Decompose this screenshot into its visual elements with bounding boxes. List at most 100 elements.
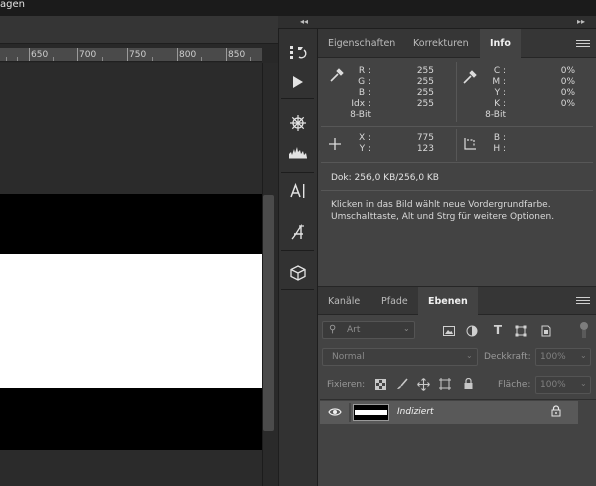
selection-size-icon xyxy=(463,137,477,154)
value-y-coord: 123 xyxy=(416,144,434,154)
eye-visibility-icon[interactable] xyxy=(328,406,342,421)
info-panel-menu-icon[interactable] xyxy=(576,40,590,50)
chevron-down-icon: ⌄ xyxy=(466,351,473,360)
fill-field[interactable]: 100% ⌄ xyxy=(535,376,591,394)
layer-row-divider xyxy=(349,403,351,422)
label-x: X : xyxy=(358,133,371,143)
tab-ebenen[interactable]: Ebenen xyxy=(418,287,478,316)
opacity-label: Deckkraft: xyxy=(484,352,531,362)
label-width: B : xyxy=(493,133,506,143)
3d-cube-icon[interactable] xyxy=(279,258,317,287)
expand-panels-button[interactable]: ▸▸ xyxy=(577,17,585,26)
fill-value: 100% xyxy=(540,380,566,390)
character-panel-icon[interactable] xyxy=(279,176,317,205)
ruler-major-tick xyxy=(29,48,30,61)
lock-image-pixels-brush-icon[interactable] xyxy=(395,377,409,391)
image-black-band-bottom[interactable] xyxy=(0,388,262,450)
chevron-down-icon: ⌄ xyxy=(580,379,587,388)
tab-korrekturen[interactable]: Korrekturen xyxy=(403,29,479,58)
info-divider xyxy=(321,190,593,191)
label-m: M : xyxy=(492,77,506,87)
ruler-minor-tick xyxy=(250,57,251,61)
value-k: 0% xyxy=(560,99,575,109)
tab-eigenschaften[interactable]: Eigenschaften xyxy=(318,29,405,58)
scrollbar-thumb[interactable] xyxy=(263,195,274,431)
ruler-label: 700 xyxy=(79,50,97,60)
layers-panel-menu-icon[interactable] xyxy=(576,297,590,307)
lock-position-move-icon[interactable] xyxy=(416,377,430,391)
dock-divider xyxy=(281,289,314,290)
ruler-major-tick xyxy=(177,48,178,61)
filter-toggle-switch[interactable] xyxy=(580,322,588,330)
label-g: G : xyxy=(358,77,371,87)
tab-info[interactable]: Info xyxy=(480,29,521,58)
filter-adjustment-layers-icon[interactable] xyxy=(465,324,479,338)
document-size: Dok: 256,0 KB/256,0 KB xyxy=(331,173,439,183)
xy-labels: X : Y : xyxy=(345,133,371,155)
history-panel-icon[interactable] xyxy=(279,38,317,67)
info-divider xyxy=(456,62,457,122)
histogram-icon[interactable] xyxy=(279,137,317,166)
collapse-dock-button[interactable]: ◂◂ xyxy=(300,17,308,26)
ruler-label: 650 xyxy=(31,50,49,60)
layer-name[interactable]: Indiziert xyxy=(397,407,434,417)
cmyk-values: 0% 0% 0% 0% xyxy=(549,66,575,110)
value-y: 0% xyxy=(560,88,575,98)
ruler-minor-tick xyxy=(17,57,18,61)
value-idx: 255 xyxy=(416,99,434,109)
ruler-minor-tick xyxy=(53,57,54,61)
fill-label: Fläche: xyxy=(498,380,531,390)
crosshair-icon xyxy=(328,137,342,154)
actions-play-icon[interactable] xyxy=(279,67,317,96)
ruler-label: 750 xyxy=(129,50,147,60)
label-y: Y : xyxy=(494,88,506,98)
lock-artboard-icon[interactable] xyxy=(438,377,452,391)
opacity-field[interactable]: 100% ⌄ xyxy=(535,348,591,366)
lock-icon xyxy=(551,405,561,420)
document-tab-bar xyxy=(0,16,278,44)
label-r: R : xyxy=(358,66,371,76)
menu-item-fragment[interactable]: agen xyxy=(0,0,25,10)
layer-row[interactable]: Indiziert xyxy=(320,401,578,424)
value-b: 255 xyxy=(416,88,434,98)
layer-filter-placeholder: Art xyxy=(347,325,361,335)
search-icon: ⚲ xyxy=(329,324,337,335)
ruler-minor-tick xyxy=(152,57,153,61)
layer-filter-dropdown[interactable]: ⚲ Art ⌄ xyxy=(322,321,415,339)
opacity-value: 100% xyxy=(540,352,566,362)
info-divider xyxy=(321,126,593,127)
eyedropper-rgb-icon[interactable] xyxy=(329,67,345,86)
horizontal-ruler[interactable]: 650 700 750 800 850 xyxy=(0,48,262,62)
filter-type-layers-icon[interactable]: T xyxy=(491,323,505,337)
glyphs-panel-icon[interactable] xyxy=(279,218,317,247)
filter-pixel-layers-icon[interactable] xyxy=(442,324,456,338)
menu-bar: agen xyxy=(0,0,596,16)
filter-shape-layers-icon[interactable] xyxy=(514,324,528,338)
dock-divider xyxy=(281,250,314,251)
blend-mode-value: Normal xyxy=(332,352,365,362)
image-white-band[interactable] xyxy=(0,254,262,388)
eyedropper-cmyk-icon[interactable] xyxy=(462,69,478,88)
xy-values: 775 123 xyxy=(410,133,434,155)
layers-scrollbar[interactable] xyxy=(578,401,596,486)
tab-pfade[interactable]: Pfade xyxy=(371,287,418,316)
info-help-text: Klicken in das Bild wählt neue Vordergru… xyxy=(331,200,555,222)
info-divider xyxy=(321,162,593,163)
filter-smart-objects-icon[interactable] xyxy=(539,324,553,338)
label-b: B : xyxy=(358,88,371,98)
chevron-down-icon: ⌄ xyxy=(580,351,587,360)
layer-thumbnail xyxy=(353,404,389,421)
dock-header xyxy=(278,16,596,29)
label-height: H : xyxy=(493,144,506,154)
lock-label: Fixieren: xyxy=(327,380,366,390)
image-black-band-top[interactable] xyxy=(0,194,262,254)
blend-mode-dropdown[interactable]: Normal ⌄ xyxy=(322,348,478,366)
label-bitdepth-rgb: 8-Bit xyxy=(350,110,371,120)
label-idx: Idx : xyxy=(351,99,371,109)
tab-kanaele[interactable]: Kanäle xyxy=(318,287,370,316)
ruler-label: 800 xyxy=(179,50,197,60)
lock-all-icon[interactable] xyxy=(461,377,475,391)
navigator-wheel-icon[interactable] xyxy=(279,108,317,137)
ruler-label: 850 xyxy=(228,50,246,60)
lock-transparent-pixels-icon[interactable] xyxy=(373,377,387,391)
